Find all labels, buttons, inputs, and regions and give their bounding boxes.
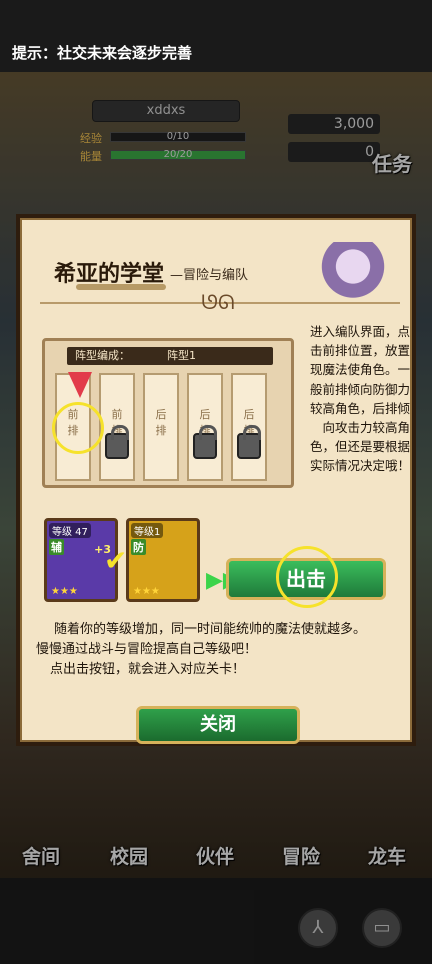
character-card-defense[interactable]: 等级1 防 ★★★ bbox=[126, 518, 200, 602]
close-button[interactable]: 关闭 bbox=[136, 706, 300, 744]
formation-slot-5[interactable]: 后 排 bbox=[231, 373, 267, 481]
pointer-arrow-icon bbox=[68, 372, 92, 398]
instruction-text: 进入编队界面，点击前排位置，放置现魔法使角色。一般前排倾向防御力较高角色，后排倾… bbox=[309, 324, 410, 474]
formation-header: 阵型编成： 阵型1 bbox=[67, 347, 273, 365]
highlight-ring bbox=[276, 546, 338, 608]
body-line: 随着你的等级增加，同一时间能统帅的魔法使就越多。 bbox=[54, 622, 367, 637]
formation-slot-2[interactable]: 前 排 bbox=[99, 373, 135, 481]
lock-icon bbox=[237, 425, 261, 459]
highlight-ring bbox=[52, 402, 104, 454]
dialog-body: 随着你的等级增加，同一时间能统帅的魔法使就越多。 慢慢通过战斗与冒险提高自己等级… bbox=[36, 620, 406, 680]
slot-label: 后 排 bbox=[155, 408, 167, 437]
dialog-subtitle: —冒险与编队 bbox=[170, 268, 249, 283]
tutorial-dialog: 希亚的学堂 —冒险与编队 ᘎᘏ 阵型编成： 阵型1 前 排 前 排 后 排 后 … bbox=[16, 214, 416, 746]
formation-slot-4[interactable]: 后 排 bbox=[187, 373, 223, 481]
card-stars: ★★★ bbox=[51, 586, 78, 597]
card-level: 等级 47 bbox=[49, 523, 91, 538]
ornament-icon: ᘎᘏ bbox=[201, 290, 235, 314]
title-underline bbox=[76, 284, 166, 290]
top-status-bar: 提示：社交未来会逐步完善 bbox=[0, 0, 432, 72]
body-line: 点出击按钮，就会进入对应关卡！ bbox=[50, 662, 246, 677]
hint-text: 提示：社交未来会逐步完善 bbox=[12, 44, 193, 62]
formation-slot-3[interactable]: 后 排 bbox=[143, 373, 179, 481]
card-role: 辅 bbox=[49, 539, 64, 555]
formation-label: 阵型编成： bbox=[75, 349, 130, 362]
card-role: 防 bbox=[131, 539, 146, 555]
checkmark-icon: ✔ bbox=[104, 544, 128, 577]
card-level: 等级1 bbox=[131, 523, 164, 538]
lock-icon bbox=[105, 425, 129, 459]
card-stars: ★★★ bbox=[133, 586, 160, 597]
body-line: 慢慢通过战斗与冒险提高自己等级吧！ bbox=[36, 642, 258, 657]
lock-icon bbox=[193, 425, 217, 459]
formation-preset: 阵型1 bbox=[167, 349, 196, 362]
